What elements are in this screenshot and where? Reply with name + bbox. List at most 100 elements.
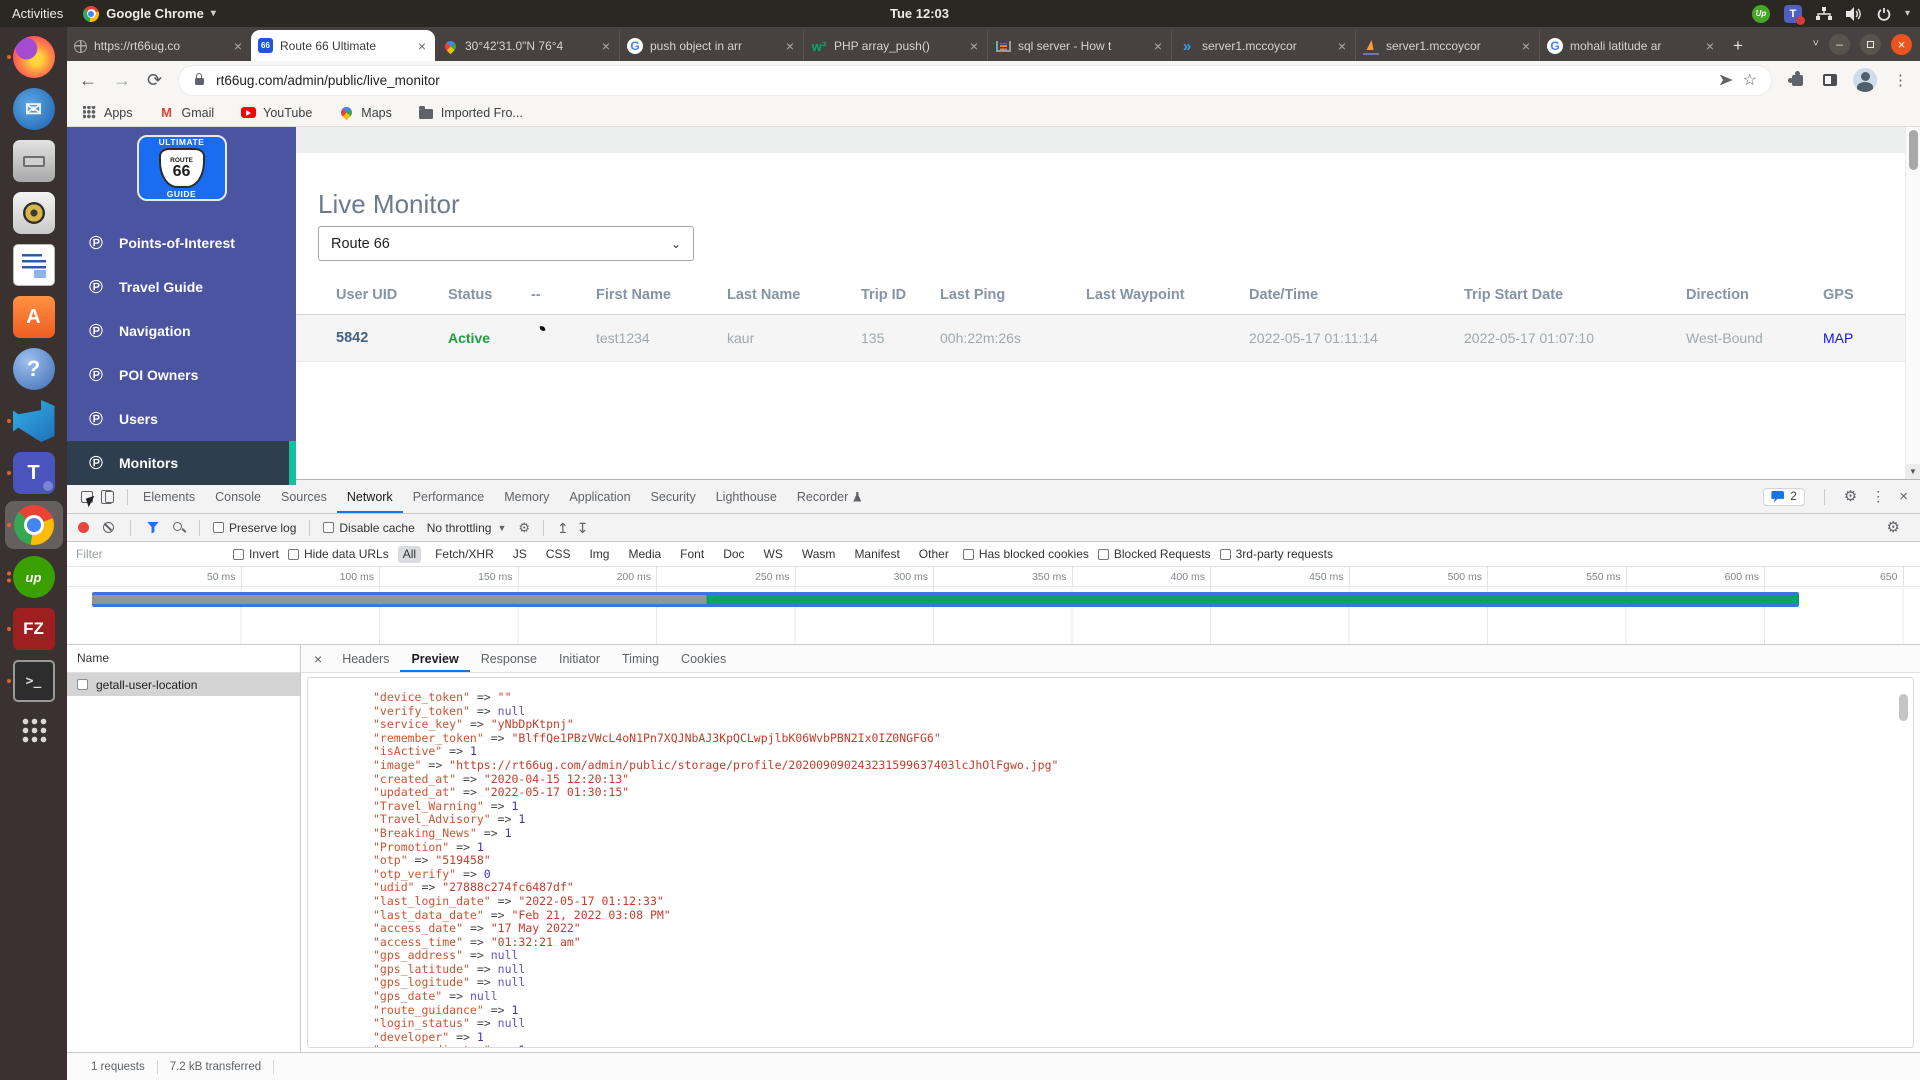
dock-item-chrome[interactable] [5, 501, 63, 549]
route-select[interactable]: Route 66 ⌄ [318, 226, 694, 261]
back-button[interactable]: ← [79, 70, 97, 91]
sidebar-item-poi-owners[interactable]: ℗POI Owners [67, 353, 296, 397]
detail-tab-cookies[interactable]: Cookies [670, 645, 737, 672]
browser-tab[interactable]: server1.mccoycor× [1355, 31, 1539, 61]
export-har-icon[interactable]: ↧ [577, 521, 589, 535]
filter-category-media[interactable]: Media [623, 546, 666, 563]
browser-tab[interactable]: https://rt66ug.co× [67, 31, 251, 61]
power-icon[interactable] [1877, 7, 1891, 21]
browser-tab[interactable]: server1.mccoycor× [1171, 31, 1355, 61]
clock[interactable]: Tue 12:03 [890, 6, 949, 21]
dock-item-files[interactable] [5, 137, 63, 185]
search-icon[interactable] [173, 522, 182, 531]
sidebar-item-users[interactable]: ℗Users [67, 397, 296, 441]
tab-close-icon[interactable]: × [784, 39, 796, 53]
bookmark-star-icon[interactable]: ☆ [1743, 70, 1757, 90]
page-scrollbar[interactable]: ▼ [1905, 127, 1920, 479]
sidebar-item-travel-guide[interactable]: ℗Travel Guide [67, 265, 296, 309]
filter-category-css[interactable]: CSS [541, 546, 576, 563]
network-overview[interactable] [67, 587, 1920, 645]
lock-icon[interactable] [195, 78, 204, 85]
hide-data-urls-checkbox[interactable]: Hide data URLs [288, 547, 389, 561]
issues-badge[interactable]: 2 [1763, 488, 1804, 506]
filter-category-font[interactable]: Font [675, 546, 709, 563]
filter-input[interactable]: Filter [76, 547, 224, 561]
sidebar-item-points-of-interest[interactable]: ℗Points-of-Interest [67, 221, 296, 265]
url-text[interactable]: rt66ug.com/admin/public/live_monitor [216, 73, 1710, 88]
sidebar-item-navigation[interactable]: ℗Navigation [67, 309, 296, 353]
devtools-tab-network[interactable]: Network [337, 480, 403, 513]
dock-item-rhythmbox[interactable] [5, 189, 63, 237]
teams-tray-icon[interactable]: T [1784, 5, 1802, 23]
tab-close-icon[interactable]: × [232, 39, 244, 53]
disable-cache-checkbox[interactable]: Disable cache [323, 521, 414, 535]
bookmark-gmail[interactable]: Gmail [159, 106, 215, 120]
filter-category-manifest[interactable]: Manifest [849, 546, 904, 563]
browser-tab[interactable]: Route 66 Ultimate× [251, 30, 435, 61]
preview-content[interactable]: "device_token" => """verify_token" => nu… [307, 677, 1914, 1048]
throttling-select[interactable]: No throttling ▼ [423, 521, 511, 535]
show-applications-button[interactable] [5, 709, 63, 757]
request-row[interactable]: getall-user-location [67, 673, 300, 696]
tab-close-icon[interactable]: × [968, 39, 980, 53]
tab-close-icon[interactable]: × [416, 39, 428, 53]
filter-category-doc[interactable]: Doc [718, 546, 749, 563]
detail-tab-timing[interactable]: Timing [611, 645, 670, 672]
upwork-tray-icon[interactable]: Up [1752, 5, 1770, 23]
settings-gear-icon[interactable]: ⚙ [1844, 489, 1857, 504]
sidebar-item-monitors[interactable]: ℗Monitors [67, 441, 296, 485]
scroll-down-button[interactable]: ▼ [1906, 464, 1920, 479]
bookmark-imported-fro-[interactable]: Imported Fro... [418, 106, 523, 120]
bookmark-youtube[interactable]: YouTube [240, 106, 312, 120]
reload-button[interactable]: ⟳ [147, 70, 162, 91]
devtools-tab-performance[interactable]: Performance [403, 480, 495, 513]
dock-item-upwork[interactable] [5, 553, 63, 601]
filter-category-js[interactable]: JS [508, 546, 532, 563]
profile-avatar[interactable] [1853, 68, 1877, 92]
new-tab-button[interactable]: + [1723, 31, 1753, 61]
filter-funnel-icon[interactable] [147, 522, 159, 534]
tab-close-icon[interactable]: × [1336, 39, 1348, 53]
record-button[interactable] [78, 522, 89, 533]
dock-item-firefox[interactable] [5, 33, 63, 81]
close-devtools-icon[interactable]: × [1899, 489, 1908, 504]
dock-item-terminal[interactable] [5, 657, 63, 705]
clear-icon[interactable] [103, 522, 114, 533]
maximize-button[interactable] [1860, 34, 1881, 55]
network-settings-gear-icon[interactable]: ⚙ [1887, 520, 1900, 535]
dock-item-software[interactable] [5, 293, 63, 341]
dock-item-thunderbird[interactable] [5, 85, 63, 133]
close-window-button[interactable]: × [1891, 34, 1912, 55]
table-row[interactable]: 5842Activetest1234kaur13500h:22m:26s2022… [296, 315, 1920, 362]
minimize-button[interactable]: – [1829, 34, 1850, 55]
devtools-tab-security[interactable]: Security [641, 480, 706, 513]
filter-category-other[interactable]: Other [914, 546, 954, 563]
app-menu[interactable]: Google Chrome ▾ [83, 6, 216, 22]
dock-item-teams[interactable] [5, 449, 63, 497]
requests-name-header[interactable]: Name [67, 645, 300, 673]
browser-tab[interactable]: mohali latitude ar× [1539, 31, 1723, 61]
devtools-tab-recorder[interactable]: Recorder [787, 480, 871, 513]
filter-category-img[interactable]: Img [584, 546, 614, 563]
detail-tab-preview[interactable]: Preview [400, 645, 469, 672]
devtools-menu-icon[interactable]: ⋮ [1871, 488, 1885, 505]
devtools-tab-application[interactable]: Application [559, 480, 640, 513]
side-panel-icon[interactable] [1823, 74, 1837, 86]
filter-category-fetch-xhr[interactable]: Fetch/XHR [430, 546, 499, 563]
forward-button[interactable]: → [113, 70, 131, 91]
browser-tab[interactable]: sql server - How t× [987, 31, 1171, 61]
tab-close-icon[interactable]: × [1152, 39, 1164, 53]
tab-search-chevron-icon[interactable]: ˅ [1813, 38, 1819, 50]
browser-tab[interactable]: PHP array_push()× [803, 31, 987, 61]
scrollbar-thumb[interactable] [1909, 130, 1918, 170]
tab-close-icon[interactable]: × [1704, 39, 1716, 53]
import-har-icon[interactable]: ↥ [557, 521, 569, 535]
devtools-tab-memory[interactable]: Memory [494, 480, 559, 513]
tab-close-icon[interactable]: × [1520, 39, 1532, 53]
extensions-icon[interactable] [1792, 75, 1803, 86]
preview-scrollbar-thumb[interactable] [1899, 694, 1908, 721]
filter-category-wasm[interactable]: Wasm [797, 546, 841, 563]
filter-category-all[interactable]: All [398, 546, 421, 563]
browser-tab[interactable]: push object in arr× [619, 31, 803, 61]
dock-item-help[interactable] [5, 345, 63, 393]
